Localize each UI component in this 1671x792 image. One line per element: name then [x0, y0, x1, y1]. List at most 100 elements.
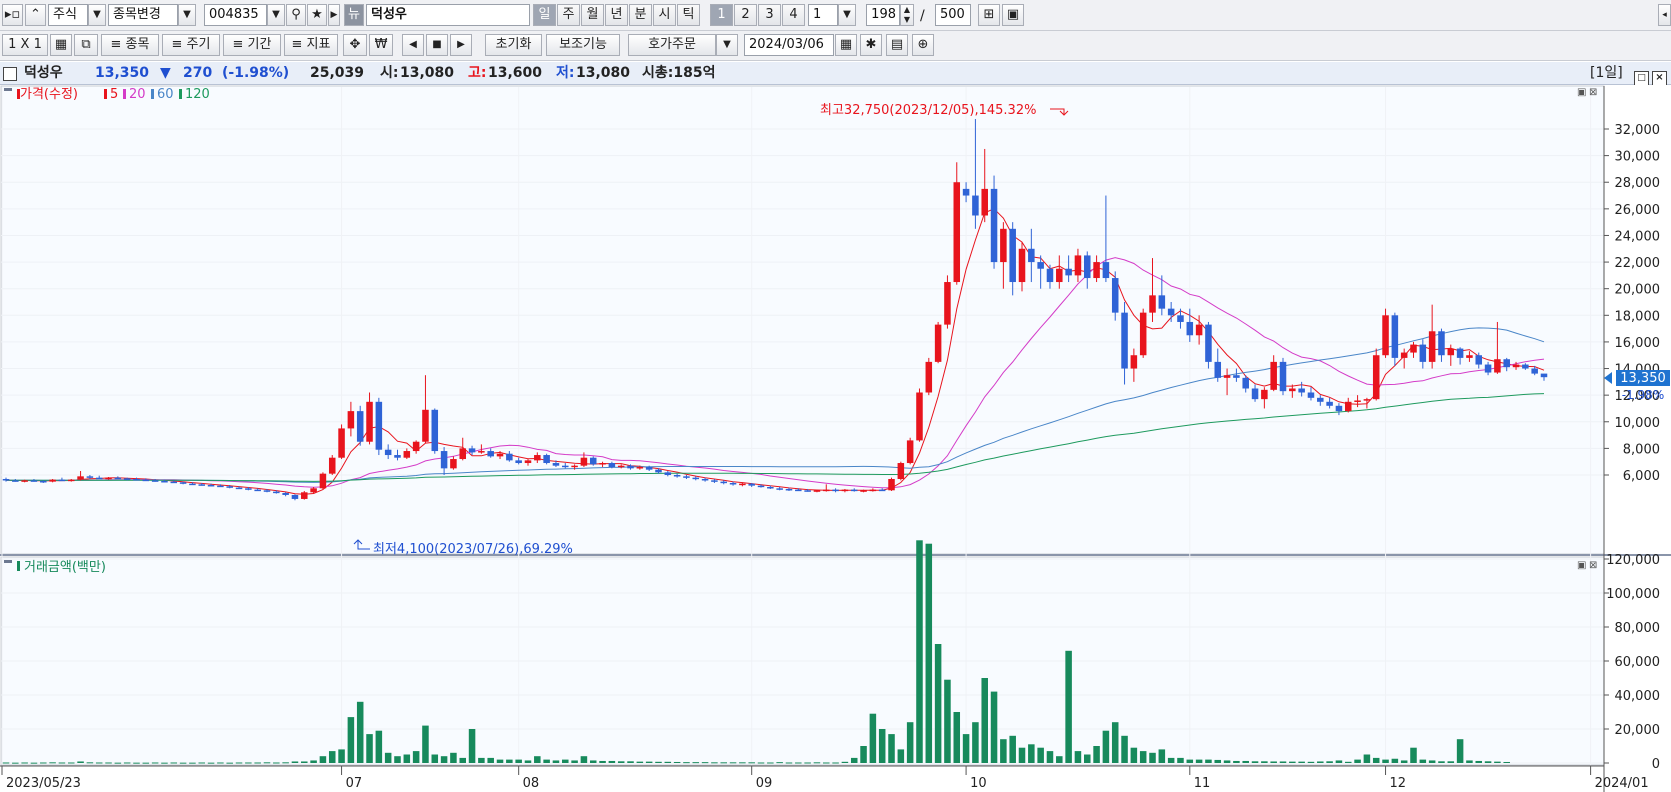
volume-bar	[580, 756, 588, 763]
candle-body	[962, 188, 970, 196]
next-stock-icon[interactable]: ▶	[328, 4, 340, 26]
volume-bar	[366, 734, 373, 763]
period-button[interactable]: ≡ 기간	[223, 34, 281, 56]
volume-bar	[1233, 760, 1240, 763]
candle-body	[1317, 397, 1324, 402]
search-icon[interactable]: ⚲	[286, 4, 306, 26]
close-icon[interactable]: ×	[1652, 65, 1667, 87]
candle-body	[207, 484, 215, 487]
scroll-left-icon[interactable]: ◀	[402, 34, 424, 56]
volume-bar	[1391, 758, 1399, 763]
order-dropdown-icon[interactable]: ▼	[716, 34, 738, 56]
zoom-icon[interactable]: ⊕	[912, 34, 934, 56]
layout-tab-1[interactable]: 1	[710, 4, 733, 26]
volume-bar	[170, 762, 178, 764]
add-chart-icon[interactable]: ⊞	[978, 4, 1000, 26]
market-type-select[interactable]: 주식	[48, 4, 88, 26]
candle-body	[403, 451, 411, 458]
period-tab-week[interactable]: 주	[557, 4, 580, 26]
stock-info-bar: 덕성우 13,350 ▼ 270 (-1.98%) 25,039 시: 13,0…	[0, 62, 1671, 87]
cycle-button[interactable]: ≡ 주기	[162, 34, 220, 56]
chevron-up-icon[interactable]: ⌃	[25, 4, 46, 26]
volume-bar	[1475, 760, 1483, 763]
pane-maximize-icon[interactable]: ▣	[1577, 87, 1586, 98]
ma-legend-label: 5	[110, 87, 118, 102]
candle-body	[95, 477, 103, 480]
pane-close-icon[interactable]: ⊠	[1589, 87, 1597, 98]
current-change-label: -1.98%	[1622, 388, 1664, 402]
change-stock-dropdown-icon[interactable]: ▼	[178, 4, 196, 26]
period-tab-year[interactable]: 년	[605, 4, 628, 26]
save-icon[interactable]: ▣	[1002, 4, 1024, 26]
stop-icon[interactable]: ■	[426, 34, 448, 56]
maximize-icon[interactable]: □	[1634, 65, 1649, 87]
volume-bar	[1419, 759, 1427, 763]
indicator-button[interactable]: ≡ 지표	[284, 34, 338, 56]
volume-pane-close-icon[interactable]: ⊠	[1589, 560, 1597, 571]
scroll-right-icon[interactable]: ▶	[450, 34, 472, 56]
layout-tab-3[interactable]: 3	[758, 4, 781, 26]
low-annotation: 최저4,100(2023/07/26),69.29%	[373, 542, 573, 557]
volume-pane-handle-icon[interactable]	[4, 560, 12, 563]
candle-body	[58, 479, 66, 482]
stock-code-dropdown-icon[interactable]: ▼	[267, 4, 285, 26]
candle-body	[944, 282, 951, 325]
period-tab-month[interactable]: 월	[581, 4, 604, 26]
open-price: 13,080	[400, 65, 455, 81]
market-type-dropdown-icon[interactable]: ▼	[88, 4, 106, 26]
interval-dropdown-icon[interactable]: ▼	[838, 4, 856, 26]
candle-body	[906, 440, 914, 464]
grid-icon[interactable]: ▦	[50, 34, 72, 56]
date-input[interactable]: 2024/03/06	[744, 34, 834, 56]
candle-body	[1344, 401, 1352, 412]
interval-input[interactable]: 1	[808, 4, 838, 26]
layout-select-button[interactable]: 1 X 1	[2, 34, 48, 56]
candle-body	[1251, 388, 1259, 400]
move-icon[interactable]: ✥	[343, 34, 367, 56]
volume-bar	[1251, 761, 1259, 763]
stock-button-label: 종목	[125, 37, 150, 52]
gear-icon[interactable]: ✱	[860, 34, 882, 56]
stock-code-input[interactable]: 004835	[204, 4, 267, 26]
candle-body	[1214, 361, 1222, 378]
layout-tab-2[interactable]: 2	[734, 4, 757, 26]
aux-function-button[interactable]: 보조기능	[546, 34, 620, 56]
side-panel-toggle-icon[interactable]: ◂	[1658, 4, 1671, 26]
volume-bar	[301, 761, 308, 763]
stock-button[interactable]: ≡ 종목	[101, 34, 159, 56]
price-chart-area[interactable]: 32,000 30,000 28,000 26,000 24,000 22,000 20,0…	[0, 85, 1671, 792]
candle-body	[934, 324, 942, 362]
candle-body	[878, 489, 886, 492]
favorite-star-icon[interactable]: ★	[307, 4, 327, 26]
layout-tab-4[interactable]: 4	[782, 4, 805, 26]
period-tab-hour[interactable]: 시	[653, 4, 676, 26]
period-tab-minute[interactable]: 분	[629, 4, 652, 26]
order-button[interactable]: 호가주문	[628, 34, 716, 56]
count-stepper[interactable]: ▲ ▼	[900, 4, 914, 26]
data-max-input[interactable]: 500	[935, 4, 971, 26]
volume-bar	[1046, 751, 1054, 763]
volume-bar	[282, 762, 289, 764]
high-annotation: 최고32,750(2023/12/05),145.32%	[820, 103, 1036, 118]
calendar-icon[interactable]: ▦	[835, 34, 857, 56]
volume-bar	[95, 762, 103, 764]
period-tab-tick[interactable]: 틱	[677, 4, 700, 26]
won-icon[interactable]: ₩	[369, 34, 393, 56]
candle-body	[655, 469, 662, 473]
news-badge[interactable]: 뉴	[344, 4, 364, 26]
split-view-icon[interactable]: ⧉	[74, 34, 98, 56]
pane-handle-icon[interactable]	[4, 88, 12, 91]
candle-body	[1503, 359, 1510, 368]
change-stock-select[interactable]: 종목변경	[108, 4, 178, 26]
candle-body	[273, 491, 280, 494]
volume-bar	[338, 749, 345, 763]
volume-pane-maximize-icon[interactable]: ▣	[1577, 560, 1586, 571]
volume-legend-swatch	[17, 561, 20, 571]
reset-button[interactable]: 초기화	[485, 34, 542, 56]
candle-body	[1400, 352, 1408, 358]
panel-toggle-button[interactable]: ▸▫	[2, 4, 23, 26]
volume-bar	[1195, 759, 1203, 763]
table-icon[interactable]: ▤	[886, 34, 908, 56]
period-tab-day[interactable]: 일	[533, 4, 556, 26]
data-count-input[interactable]: 198	[866, 4, 900, 26]
